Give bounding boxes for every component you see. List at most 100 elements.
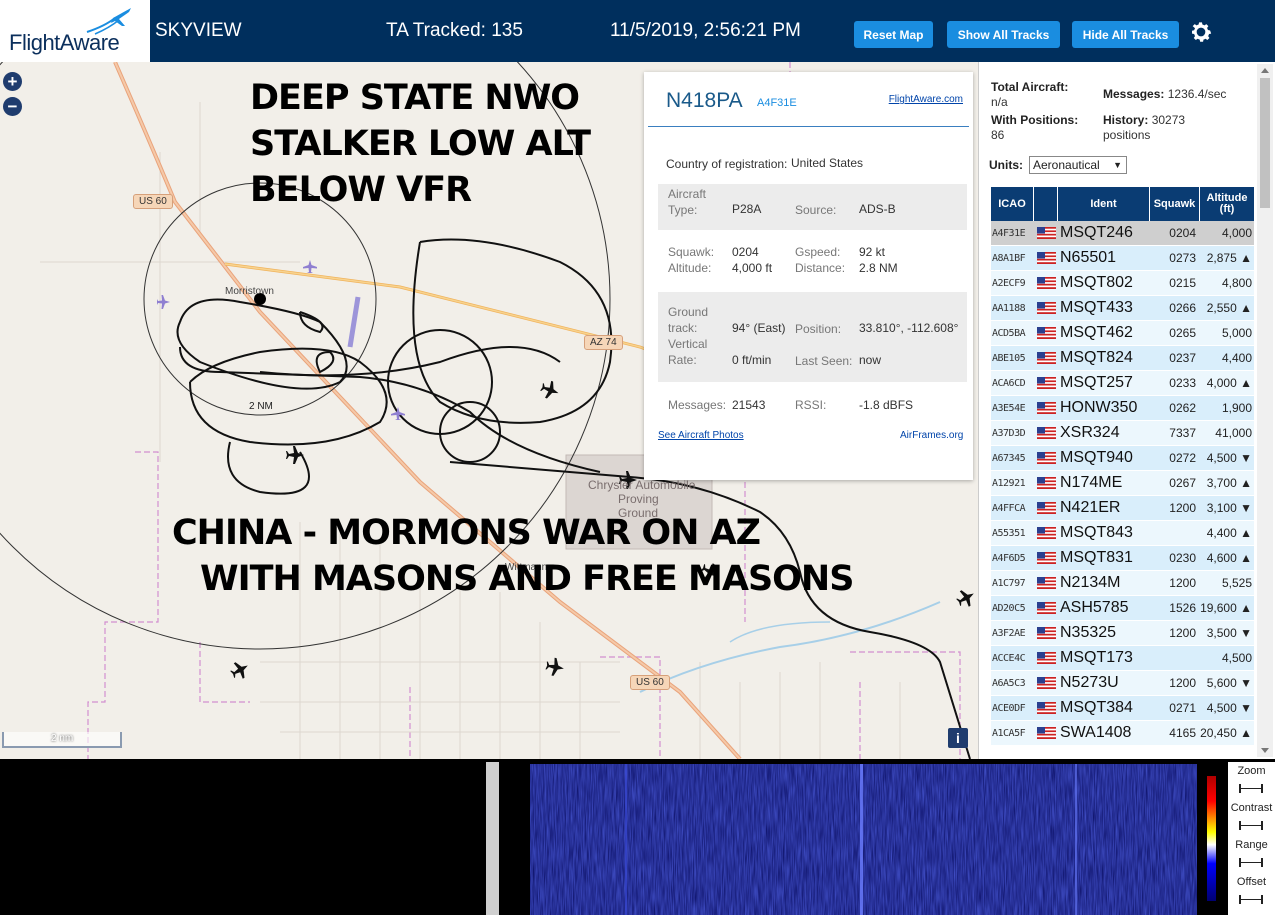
table-row[interactable]: ACCE4C MSQT173 4,500 <box>991 646 1254 671</box>
us-flag-icon <box>1034 427 1058 439</box>
contrast-control-label: Contrast <box>1230 802 1273 814</box>
vertical-rate-value: 0 ft/min <box>732 353 772 367</box>
messages-label: Messages: <box>668 398 727 412</box>
row-icao: ACD5BA <box>992 327 1026 339</box>
waterfall-display <box>530 764 1197 915</box>
column-header-icao[interactable]: ICAO <box>991 187 1034 221</box>
table-row[interactable]: A4F31E MSQT246 0204 4,000 <box>991 221 1254 246</box>
row-squawk: 0233 <box>1169 376 1196 390</box>
table-row[interactable]: A4F6D5 MSQT831 0230 4,600 ▲ <box>991 546 1254 571</box>
table-row[interactable]: A55351 MSQT843 4,400 ▲ <box>991 521 1254 546</box>
scroll-up-icon[interactable] <box>1261 68 1269 73</box>
table-row[interactable]: A6A5C3 N5273U 1200 5,600 ▼ <box>991 671 1254 696</box>
gspeed-label: Gspeed: <box>795 245 841 259</box>
row-icao: A4FFCA <box>992 502 1026 514</box>
row-icao: AA1188 <box>992 302 1026 314</box>
table-row[interactable]: ACE0DF MSQT384 0271 4,500 ▼ <box>991 696 1254 721</box>
row-squawk: 0204 <box>1169 226 1196 240</box>
reset-map-button[interactable]: Reset Map <box>854 21 933 48</box>
table-body: A4F31E MSQT246 0204 4,000 A8A1BF N65501 0273 2,… <box>991 221 1254 746</box>
tracked-count: TA Tracked: 135 <box>386 20 523 41</box>
road-label: US 60 <box>133 194 173 209</box>
color-scale-bar <box>1207 776 1216 901</box>
table-row[interactable]: ABE105 MSQT824 0237 4,400 <box>991 346 1254 371</box>
table-row[interactable]: A67345 MSQT940 0272 4,500 ▼ <box>991 446 1254 471</box>
us-flag-icon <box>1034 502 1058 514</box>
place-label: Morristown <box>225 286 274 297</box>
row-icao: AD20C5 <box>992 602 1026 614</box>
table-row[interactable]: ACD5BA MSQT462 0265 5,000 <box>991 321 1254 346</box>
row-altitude: 3,500 ▼ <box>1206 626 1252 640</box>
table-row[interactable]: A2ECF9 MSQT802 0215 4,800 <box>991 271 1254 296</box>
altitude-value: 4,000 ft <box>732 261 773 275</box>
scroll-down-icon[interactable] <box>1261 748 1269 753</box>
table-row[interactable]: A8A1BF N65501 0273 2,875 ▲ <box>991 246 1254 271</box>
distance-label: Distance: <box>795 261 846 275</box>
row-altitude: 5,525 <box>1221 576 1252 590</box>
row-ident: XSR324 <box>1060 424 1120 441</box>
us-flag-icon <box>1034 477 1058 489</box>
row-squawk: 4165 <box>1169 726 1196 740</box>
row-ident: SWA1408 <box>1060 724 1132 741</box>
column-header-altitude[interactable]: Altitude (ft) <box>1200 187 1254 221</box>
table-row[interactable]: A1CA5F SWA1408 4165 20,450 ▲ <box>991 721 1254 746</box>
flightaware-logo[interactable]: FlightAware <box>0 0 150 62</box>
table-row[interactable]: A3F2AE N35325 1200 3,500 ▼ <box>991 621 1254 646</box>
map-scale-bar: 2 nm <box>2 732 122 748</box>
list-scrollbar[interactable] <box>1257 64 1273 757</box>
row-altitude: 2,875 ▲ <box>1206 251 1252 265</box>
datetime: 11/5/2019, 2:56:21 PM <box>610 20 801 41</box>
row-altitude: 20,450 ▲ <box>1200 726 1252 740</box>
show-all-tracks-button[interactable]: Show All Tracks <box>947 21 1060 48</box>
offset-slider[interactable] <box>1239 895 1263 904</box>
airframes-link[interactable]: AirFrames.org <box>900 430 963 441</box>
overlay-text-top: DEEP STATE NWO STALKER LOW ALT BELOW VFR <box>250 78 591 210</box>
rssi-value: -1.8 dBFS <box>859 398 914 412</box>
map-info-button[interactable]: i <box>948 728 968 748</box>
table-row[interactable]: A4FFCA N421ER 1200 3,100 ▼ <box>991 496 1254 521</box>
row-altitude: 19,600 ▲ <box>1200 601 1252 615</box>
column-header-flag[interactable] <box>1034 187 1058 221</box>
us-flag-icon <box>1034 452 1058 464</box>
row-ident: ASH5785 <box>1060 599 1129 616</box>
table-row[interactable]: AD20C5 ASH5785 1526 19,600 ▲ <box>991 596 1254 621</box>
messages-value: 21543 <box>732 398 766 412</box>
popup-divider <box>648 126 969 127</box>
row-squawk: 0262 <box>1169 401 1196 415</box>
table-row[interactable]: AA1188 MSQT433 0266 2,550 ▲ <box>991 296 1254 321</box>
table-row[interactable]: A1C797 N2134M 1200 5,525 <box>991 571 1254 596</box>
row-squawk: 0230 <box>1169 551 1196 565</box>
panel-divider[interactable] <box>486 762 499 915</box>
offset-control-label: Offset <box>1236 876 1267 888</box>
table-row[interactable]: A12921 N174ME 0267 3,700 ▲ <box>991 471 1254 496</box>
row-ident: N421ER <box>1060 499 1121 516</box>
zoom-in-button[interactable]: + <box>3 72 22 91</box>
row-ident: MSQT824 <box>1060 349 1133 366</box>
column-header-squawk[interactable]: Squawk <box>1150 187 1200 221</box>
row-ident: N174ME <box>1060 474 1123 491</box>
zoom-slider[interactable] <box>1239 784 1263 793</box>
hide-all-tracks-button[interactable]: Hide All Tracks <box>1072 21 1179 48</box>
scrollbar-thumb[interactable] <box>1260 78 1270 208</box>
squawk-value: 0204 <box>732 245 759 259</box>
gear-icon[interactable] <box>1188 19 1214 45</box>
ground-track-label: Ground track: <box>668 305 709 335</box>
aircraft-photos-link[interactable]: See Aircraft Photos <box>658 430 744 441</box>
row-altitude: 4,500 ▼ <box>1206 451 1252 465</box>
flightaware-link[interactable]: FlightAware.com <box>889 94 963 105</box>
row-squawk: 0273 <box>1169 251 1196 265</box>
contrast-slider[interactable] <box>1239 821 1263 830</box>
range-slider[interactable] <box>1239 858 1263 867</box>
zoom-out-button[interactable]: − <box>3 97 22 116</box>
us-flag-icon <box>1034 652 1058 664</box>
row-altitude: 4,600 ▲ <box>1206 551 1252 565</box>
table-row[interactable]: A37D3D XSR324 7337 41,000 <box>991 421 1254 446</box>
row-icao: A37D3D <box>992 427 1026 439</box>
last-seen-label: Last Seen: <box>795 354 853 368</box>
units-select[interactable]: Aeronautical ▼ <box>1029 156 1127 174</box>
column-header-ident[interactable]: Ident <box>1058 187 1150 221</box>
total-aircraft-stat: Total Aircraft: n/a <box>991 80 1069 109</box>
table-row[interactable]: ACA6CD MSQT257 0233 4,000 ▲ <box>991 371 1254 396</box>
row-altitude: 4,000 <box>1221 226 1252 240</box>
table-row[interactable]: A3E54E HONW350 0262 1,900 <box>991 396 1254 421</box>
